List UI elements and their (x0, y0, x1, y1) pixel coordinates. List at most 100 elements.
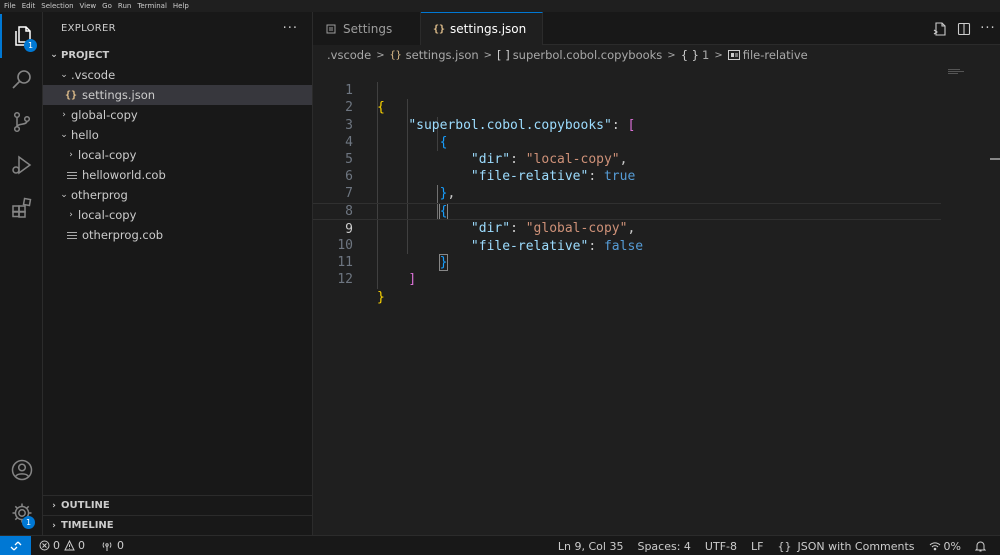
end-of-line[interactable]: LF (751, 540, 763, 553)
status-bar: 0 0 0 Ln 9, Col 35 Spaces: 4 UTF-8 LF {}… (0, 535, 1000, 555)
minimap[interactable] (948, 68, 964, 75)
json-file-icon: {} (389, 49, 402, 61)
activity-run-debug[interactable] (0, 143, 43, 187)
outline-section-header[interactable]: › OUTLINE (43, 495, 313, 515)
code-line: 2 "superbol.cobol.copybooks": [ (313, 82, 941, 132)
code-line: 7 { (313, 168, 941, 220)
project-label: PROJECT (61, 49, 110, 61)
tree-item-label: global-copy (71, 108, 138, 122)
search-icon (11, 70, 31, 89)
tree-folder-otherprog[interactable]: ⌄ otherprog (43, 185, 312, 205)
explorer-sidebar: EXPLORER ··· ⌄ PROJECT ⌄ .vscode {} sett… (43, 12, 313, 535)
broadcast-icon (102, 541, 112, 551)
more-actions-icon[interactable]: ··· (283, 21, 298, 36)
code-line: 10 } (313, 220, 941, 272)
code-line: 1 { (313, 65, 941, 115)
code-line: 8 "dir": "global-copy", (313, 185, 941, 236)
code-line: 4 "dir": "local-copy", (313, 117, 941, 167)
timeline-section-header[interactable]: › TIMELINE (43, 515, 313, 535)
chevron-right-icon: > (483, 49, 493, 61)
open-file-icon (933, 21, 946, 36)
encoding[interactable]: UTF-8 (705, 540, 737, 553)
activity-bar: 1 1 (0, 12, 43, 535)
notifications-button[interactable] (975, 540, 986, 552)
editor-area: Settings {} settings.json ··· .vscode > … (313, 12, 1000, 535)
braces-icon: {} (777, 539, 792, 553)
activity-search[interactable] (0, 57, 43, 101)
chevron-right-icon: › (52, 500, 56, 511)
json-file-icon: {} (433, 23, 446, 35)
breadcrumb-index[interactable]: 1 (702, 48, 709, 62)
zoom-indicator[interactable]: 0% (929, 540, 961, 553)
code-editor[interactable]: 1 { 2 "superbol.cobol.copybooks": [ 3 { … (313, 65, 1000, 535)
indentation[interactable]: Spaces: 4 (637, 540, 690, 553)
code-text: ] (408, 272, 417, 288)
problems-indicator[interactable]: 0 0 (39, 539, 85, 552)
manage-badge: 1 (22, 516, 35, 529)
menu-view[interactable]: View (80, 0, 97, 12)
tab-bar: Settings {} settings.json ··· (313, 12, 1000, 45)
tree-folder-vscode[interactable]: ⌄ .vscode (43, 65, 312, 85)
timeline-label: TIMELINE (61, 520, 114, 531)
remote-icon (10, 541, 21, 550)
activity-source-control[interactable] (0, 100, 43, 144)
tree-item-label: local-copy (78, 208, 137, 222)
breadcrumb-file[interactable]: settings.json (406, 48, 479, 62)
chevron-down-icon: ⌄ (60, 70, 68, 80)
activity-explorer[interactable]: 1 (0, 14, 43, 58)
tree-item-label: hello (71, 128, 99, 142)
chevron-right-icon: › (62, 110, 66, 120)
outline-label: OUTLINE (61, 500, 110, 511)
scrollbar-marker[interactable] (990, 158, 1000, 160)
json-file-icon: {} (65, 89, 78, 101)
breadcrumb-array[interactable]: superbol.cobol.copybooks (513, 48, 663, 62)
tree-folder-hello[interactable]: ⌄ hello (43, 125, 312, 145)
error-icon (39, 540, 50, 551)
menu-terminal[interactable]: Terminal (137, 0, 167, 12)
split-editor-button[interactable] (952, 22, 976, 36)
language-mode[interactable]: {} JSON with Comments (777, 540, 914, 553)
activity-manage[interactable]: 1 (0, 491, 43, 535)
menu-file[interactable]: File (4, 0, 16, 12)
ports-indicator[interactable]: 0 (101, 539, 124, 552)
editor-actions: ··· (928, 12, 1000, 45)
menu-edit[interactable]: Edit (22, 0, 36, 12)
explorer-header: EXPLORER ··· (43, 12, 312, 45)
account-icon (11, 459, 32, 481)
tree-folder-local-copy[interactable]: › local-copy (43, 145, 312, 165)
tree-file-settings-json[interactable]: {} settings.json (43, 85, 312, 105)
menu-go[interactable]: Go (102, 0, 112, 12)
language-label: JSON with Comments (797, 539, 915, 553)
settings-file-icon (326, 24, 336, 33)
breadcrumb-property[interactable]: file-relative (743, 48, 808, 62)
tree-file-helloworld[interactable]: helloworld.cob (43, 165, 312, 185)
chevron-right-icon: > (667, 49, 676, 61)
text-file-icon (67, 230, 77, 241)
cursor-position[interactable]: Ln 9, Col 35 (558, 540, 624, 553)
tree-folder-local-copy-2[interactable]: › local-copy (43, 205, 312, 225)
tree-item-label: otherprog (71, 188, 128, 202)
explorer-title: EXPLORER (61, 23, 116, 34)
chevron-right-icon: › (52, 520, 56, 531)
menu-selection[interactable]: Selection (41, 0, 73, 12)
breadcrumb-folder[interactable]: .vscode (327, 48, 371, 62)
line-number: 12 (337, 272, 353, 288)
more-editor-actions[interactable]: ··· (976, 21, 1000, 36)
menu-help[interactable]: Help (173, 0, 189, 12)
menu-run[interactable]: Run (118, 0, 131, 12)
code-line: 6 }, (313, 151, 941, 201)
tab-settings-json[interactable]: {} settings.json (421, 12, 543, 45)
tree-folder-global-copy[interactable]: › global-copy (43, 105, 312, 125)
activity-accounts[interactable] (0, 448, 43, 492)
run-debug-icon (11, 155, 31, 175)
tree-file-otherprog[interactable]: otherprog.cob (43, 225, 312, 245)
tab-label: settings.json (450, 22, 527, 36)
zoom-value: 0% (943, 539, 961, 553)
open-settings-ui-button[interactable] (928, 21, 952, 36)
project-section-header[interactable]: ⌄ PROJECT (43, 45, 312, 65)
chevron-down-icon: ⌄ (60, 130, 68, 140)
remote-button[interactable] (0, 535, 31, 555)
tab-settings[interactable]: Settings (313, 12, 421, 45)
activity-extensions[interactable] (0, 186, 43, 230)
array-icon: [ ] (497, 48, 510, 62)
